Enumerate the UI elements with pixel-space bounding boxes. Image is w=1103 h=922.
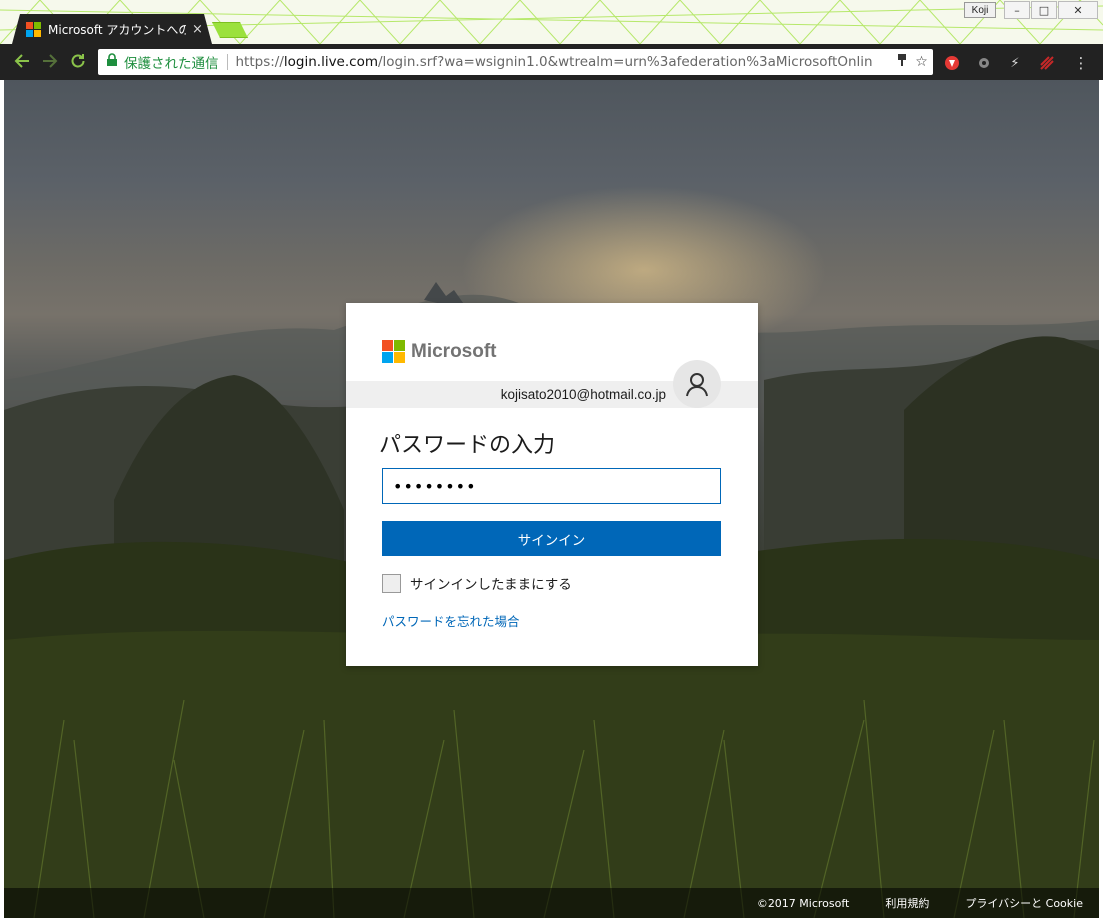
lightning-extension-icon[interactable]: ⚡ <box>1006 54 1024 72</box>
reload-icon[interactable] <box>68 52 88 72</box>
lock-icon <box>106 53 120 71</box>
key-icon[interactable] <box>892 53 912 71</box>
arrow-extension-icon[interactable] <box>1038 54 1056 72</box>
microsoft-brand: Microsoft <box>382 340 497 363</box>
url-scheme: https:// <box>235 54 284 70</box>
gear-extension-icon[interactable] <box>975 54 993 72</box>
keep-signed-in-label[interactable]: サインインしたままにする <box>410 573 572 593</box>
secure-connection-label[interactable]: 保護された通信 <box>124 52 219 72</box>
url-host: login.live.com <box>283 54 378 70</box>
microsoft-logo-icon <box>382 340 405 363</box>
forward-arrow-icon[interactable] <box>40 52 60 72</box>
page-footer: ©2017 Microsoft 利用規約 プライバシーと Cookie <box>4 888 1099 918</box>
url-path: /login.srf?wa=wsignin1.0&wtrealm=urn%3af… <box>378 54 873 70</box>
omnibox-divider <box>226 54 228 70</box>
user-avatar-icon <box>673 360 721 408</box>
login-card: Microsoft kojisato2010@hotmail.co.jp パスワ… <box>346 303 758 666</box>
microsoft-logo-icon <box>26 21 41 37</box>
privacy-link[interactable]: プライバシーと Cookie <box>965 895 1083 911</box>
browser-tab-active[interactable]: Microsoft アカウントへのサ × <box>12 14 212 44</box>
checkbox-box[interactable] <box>382 573 401 593</box>
profile-button[interactable]: Koji <box>964 2 996 18</box>
terms-link[interactable]: 利用規約 <box>885 895 929 911</box>
shield-extension-icon[interactable] <box>943 54 961 72</box>
back-arrow-icon[interactable] <box>12 52 32 72</box>
browser-toolbar: 保護された通信 https://login.live.com/login.srf… <box>0 44 1103 80</box>
menu-dots-icon[interactable]: ⋮ <box>1072 54 1090 72</box>
bookmark-star-icon[interactable]: ☆ <box>912 54 932 70</box>
window-titlebar: Microsoft アカウントへのサ × Koji – □ ✕ <box>0 0 1103 44</box>
password-field[interactable] <box>382 468 721 504</box>
login-page: Microsoft kojisato2010@hotmail.co.jp パスワ… <box>4 80 1099 918</box>
brand-wordmark: Microsoft <box>411 340 497 362</box>
keep-signed-in-checkbox[interactable]: サインインしたままにする <box>382 573 572 593</box>
tab-title: Microsoft アカウントへのサ <box>48 22 186 37</box>
forgot-password-link[interactable]: パスワードを忘れた場合 <box>382 611 520 630</box>
maximize-button[interactable]: □ <box>1031 1 1057 19</box>
tab-close-icon[interactable]: × <box>192 22 203 37</box>
sign-in-button[interactable]: サインイン <box>382 521 721 556</box>
minimize-button[interactable]: – <box>1004 1 1030 19</box>
url-text[interactable]: https://login.live.com/login.srf?wa=wsig… <box>236 54 886 70</box>
copyright-text: ©2017 Microsoft <box>756 896 850 910</box>
account-email: kojisato2010@hotmail.co.jp <box>500 387 666 402</box>
address-bar[interactable]: 保護された通信 https://login.live.com/login.srf… <box>98 49 933 75</box>
page-title: パスワードの入力 <box>379 433 556 458</box>
close-window-button[interactable]: ✕ <box>1058 1 1098 19</box>
